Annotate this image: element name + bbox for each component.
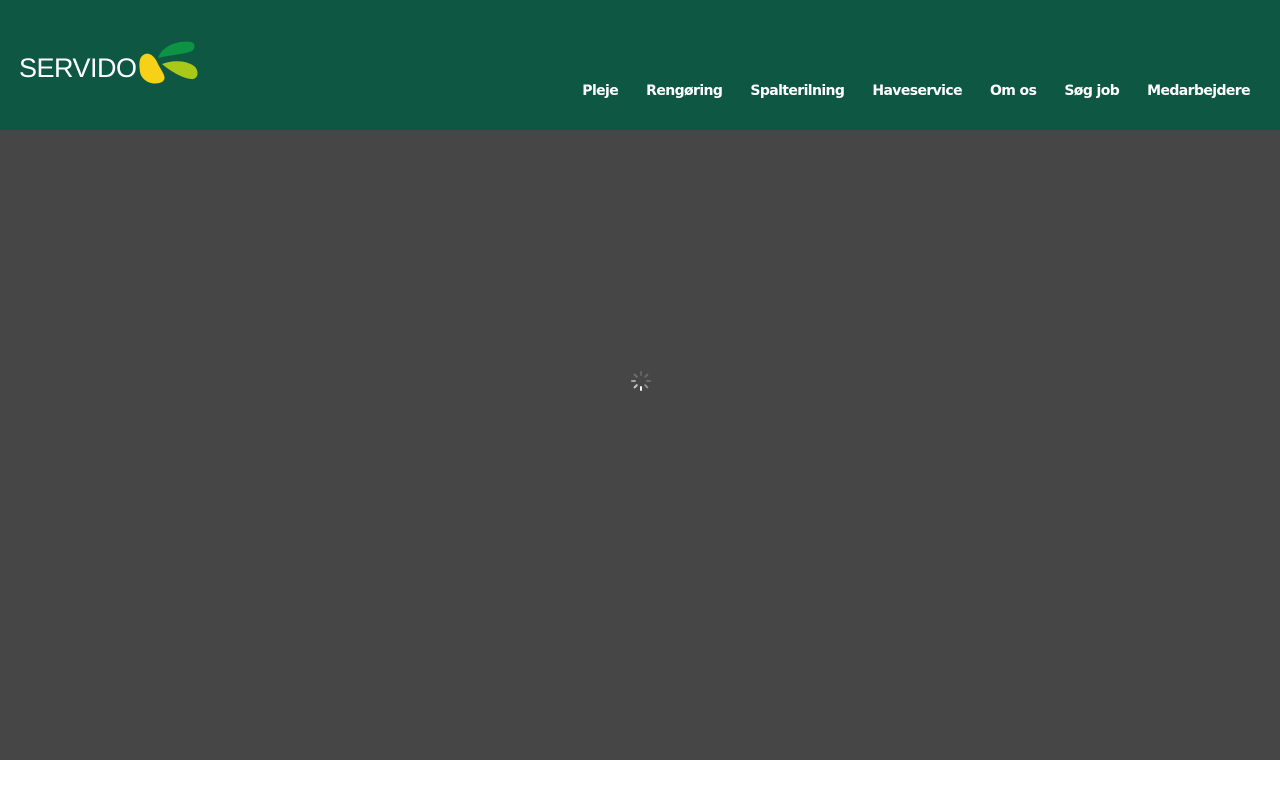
- brand-name: SERVIDO: [19, 52, 137, 83]
- hero-slider: [0, 130, 1280, 760]
- nav-item-haveservice[interactable]: Haveservice: [858, 76, 976, 106]
- loading-spinner-icon: [631, 371, 651, 391]
- nav-item-pleje[interactable]: Pleje: [568, 76, 632, 106]
- nav-item-medarbejdere[interactable]: Medarbejdere: [1133, 76, 1264, 106]
- main-navigation: Pleje Rengøring Spalterilning Haveservic…: [568, 76, 1264, 106]
- nav-item-spalterilning[interactable]: Spalterilning: [736, 76, 858, 106]
- site-header: SERVIDO Pleje Rengøring Spalterilning Ha…: [0, 0, 1280, 130]
- servido-logo-link[interactable]: SERVIDO: [19, 38, 200, 88]
- nav-item-rengoring[interactable]: Rengøring: [632, 76, 736, 106]
- nav-item-sog-job[interactable]: Søg job: [1050, 76, 1133, 106]
- servido-leaf-logo-icon: [138, 41, 198, 84]
- nav-item-om-os[interactable]: Om os: [976, 76, 1050, 106]
